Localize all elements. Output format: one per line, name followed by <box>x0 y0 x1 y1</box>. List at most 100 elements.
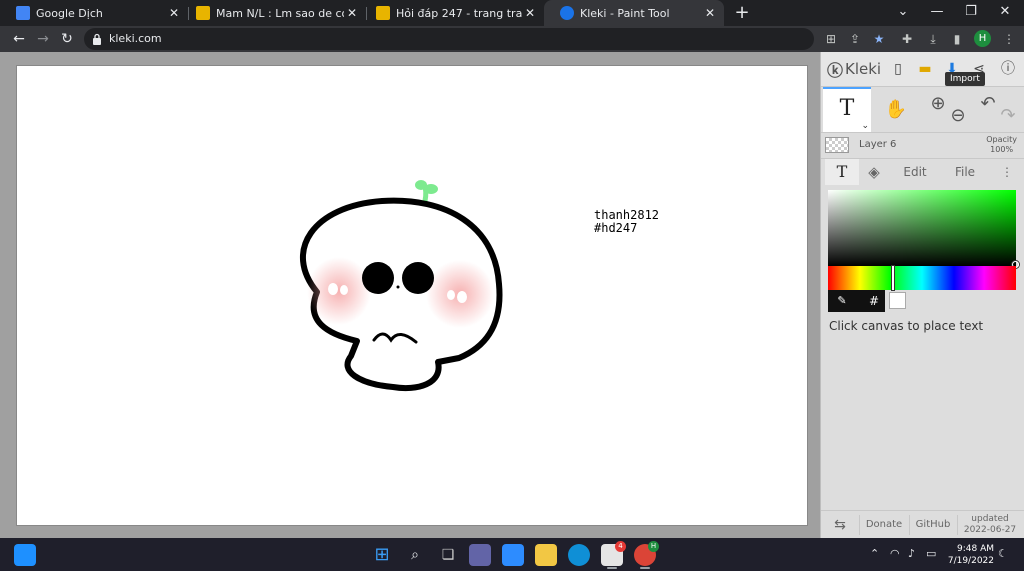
color-controls: ✎ # <box>828 290 885 312</box>
file-explorer-icon[interactable] <box>535 544 557 566</box>
kleki-logo-text: Kleki <box>845 60 882 78</box>
bookmark-star-icon[interactable]: ★ <box>870 30 888 48</box>
layer-thumbnail <box>825 137 849 153</box>
close-icon[interactable]: ✕ <box>344 6 360 20</box>
skull-drawing <box>299 180 503 391</box>
drawing-canvas[interactable]: thanh2812 #hd247 <box>17 66 807 525</box>
chrome-browser-icon[interactable]: H <box>634 541 659 566</box>
redo-icon[interactable]: ↷ <box>995 99 1021 133</box>
import-tooltip: Import <box>945 72 985 86</box>
tool-hint: Click canvas to place text <box>829 319 984 333</box>
extensions-puzzle-icon[interactable]: ✚ <box>898 30 916 48</box>
kleki-logo[interactable]: ⓚ Kleki <box>827 58 881 80</box>
menu-kebab-icon[interactable]: ⋮ <box>1000 30 1018 48</box>
profile-badge: H <box>648 541 659 552</box>
screen: Google Dịch ✕ Mam N/L : Lm sao de co chi… <box>0 0 1024 571</box>
current-layer-row[interactable]: Layer 6 Opacity 100% <box>821 132 1024 158</box>
canvas-workspace: thanh2812 #hd247 <box>0 52 820 538</box>
more-kebab-icon[interactable]: ⋮ <box>997 159 1017 185</box>
browser-toolbar: ← → ↻ kleki.com ⊞ ⇪ ★ ✚ ⤓ ▮ H ⋮ <box>0 26 1024 52</box>
tab-hoidap-answer[interactable]: Hỏi đáp 247 - trang tra loi ✕ <box>360 0 544 26</box>
zalo-app-icon[interactable]: 4 <box>601 541 626 566</box>
back-arrow-icon[interactable]: ← <box>9 29 29 49</box>
close-icon[interactable]: ✕ <box>702 6 718 20</box>
tab-label: File <box>954 165 976 179</box>
tab-file[interactable]: File <box>947 159 983 185</box>
tab-title: Mam N/L : Lm sao de co chillbox <box>216 6 344 20</box>
tab-search-chevron-icon[interactable]: ⌄ <box>888 2 918 22</box>
tab-title: Kleki - Paint Tool <box>580 6 670 20</box>
tool-row: T ⌄ ✋ ⊕ ⊖ ↶ ↷ <box>821 86 1024 133</box>
translate-page-icon[interactable]: ⊞ <box>822 30 840 48</box>
windows-taskbar: ⊞ ⌕ ❏ 4 H ⌃ ◠ ♪ ▭ 9:48 AM 7/19/2022 ☾ <box>0 538 1024 571</box>
download-icon[interactable]: ⤓ <box>924 30 942 48</box>
layer-name: Layer 6 <box>859 139 897 150</box>
tab-edit[interactable]: Edit <box>897 159 933 185</box>
tab-kleki[interactable]: Kleki - Paint Tool ✕ <box>544 0 724 26</box>
primary-color-swatch[interactable] <box>889 292 906 309</box>
panel-footer: ⇆ Donate GitHub updated 2022-06-27 <box>821 510 1024 538</box>
kleki-favicon-icon <box>560 6 574 20</box>
start-windows-icon[interactable]: ⊞ <box>371 544 393 566</box>
tab-hoidap-question[interactable]: Mam N/L : Lm sao de co chillbox ✕ <box>180 0 366 26</box>
text-tool-button[interactable]: T ⌄ <box>823 87 871 133</box>
open-folder-icon[interactable]: ▬ <box>914 58 936 80</box>
forward-arrow-icon[interactable]: → <box>33 29 53 49</box>
task-view-icon[interactable]: ❏ <box>437 544 459 566</box>
widgets-icon[interactable] <box>14 544 36 566</box>
github-link[interactable]: GitHub <box>911 511 955 539</box>
lock-icon <box>93 33 101 45</box>
window-close-icon[interactable]: ✕ <box>990 2 1020 22</box>
share-icon[interactable]: ⇪ <box>846 30 864 48</box>
color-saturation-value-picker[interactable] <box>828 190 1019 268</box>
eyedropper-icon[interactable]: ✎ <box>834 293 850 309</box>
new-image-icon[interactable]: ▯ <box>887 58 909 80</box>
chevron-down-icon[interactable]: ⌄ <box>861 122 869 131</box>
tab-layers[interactable]: ◈ <box>859 159 889 185</box>
zoom-out-icon[interactable]: ⊖ <box>945 99 971 133</box>
tab-title: Hỏi đáp 247 - trang tra loi <box>396 6 522 20</box>
layers-icon: ◈ <box>868 163 880 181</box>
close-icon[interactable]: ✕ <box>522 6 538 20</box>
hue-slider[interactable] <box>828 266 1016 290</box>
hex-input-button[interactable]: # <box>866 293 882 309</box>
search-icon[interactable]: ⌕ <box>404 544 426 566</box>
panel-header: ⓚ Kleki ▯ ▬ ⬇ ⋖ ⓘ Import <box>821 52 1024 86</box>
reload-icon[interactable]: ↻ <box>57 29 77 49</box>
edge-browser-icon[interactable] <box>568 544 590 566</box>
teams-chat-icon[interactable] <box>469 544 491 566</box>
side-panel-icon[interactable]: ▮ <box>948 30 966 48</box>
url-text: kleki.com <box>109 32 162 45</box>
tab-title: Google Dịch <box>36 6 103 20</box>
opacity-label: Opacity <box>986 135 1017 144</box>
volume-icon[interactable]: ♪ <box>908 547 915 560</box>
restore-icon[interactable]: ❐ <box>956 2 986 22</box>
zoom-app-icon[interactable] <box>502 544 524 566</box>
tab-label: Edit <box>903 165 927 179</box>
new-tab-button[interactable]: + <box>733 3 751 23</box>
kleki-tool-panel: ⓚ Kleki ▯ ▬ ⬇ ⋖ ⓘ Import T ⌄ ✋ ⊕ ⊖ ↶ ↷ L… <box>820 52 1024 538</box>
text-tool-icon: T <box>836 162 848 181</box>
address-bar[interactable]: kleki.com <box>84 28 814 50</box>
battery-icon[interactable]: ▭ <box>926 547 936 560</box>
kleki-logo-icon: ⓚ <box>827 61 844 80</box>
system-clock[interactable]: 9:48 AM 7/19/2022 <box>944 543 994 567</box>
hue-handle[interactable] <box>892 266 894 290</box>
tab-google-translate[interactable]: Google Dịch ✕ <box>0 0 188 26</box>
tab-brush[interactable]: T <box>825 159 859 185</box>
swap-side-icon[interactable]: ⇆ <box>827 511 853 539</box>
help-icon[interactable]: ⓘ <box>997 58 1019 80</box>
profile-avatar[interactable]: H <box>974 30 991 47</box>
canvas-text-annotation: thanh2812 #hd247 <box>594 209 659 235</box>
minimize-icon[interactable]: — <box>922 2 952 22</box>
panel-tabs: T ◈ Edit File ⋮ <box>821 158 1024 185</box>
show-hidden-icons-chevron-icon[interactable]: ⌃ <box>870 547 879 560</box>
notifications-moon-icon[interactable]: ☾ <box>998 547 1008 560</box>
wifi-icon[interactable]: ◠ <box>890 547 900 560</box>
text-tool-icon: T <box>839 96 855 121</box>
hand-tool-icon[interactable]: ✋ <box>883 93 909 127</box>
browser-tab-strip: Google Dịch ✕ Mam N/L : Lm sao de co chi… <box>0 0 1024 26</box>
notification-badge: 4 <box>615 541 626 552</box>
donate-link[interactable]: Donate <box>863 511 905 539</box>
google-translate-icon <box>16 6 30 20</box>
